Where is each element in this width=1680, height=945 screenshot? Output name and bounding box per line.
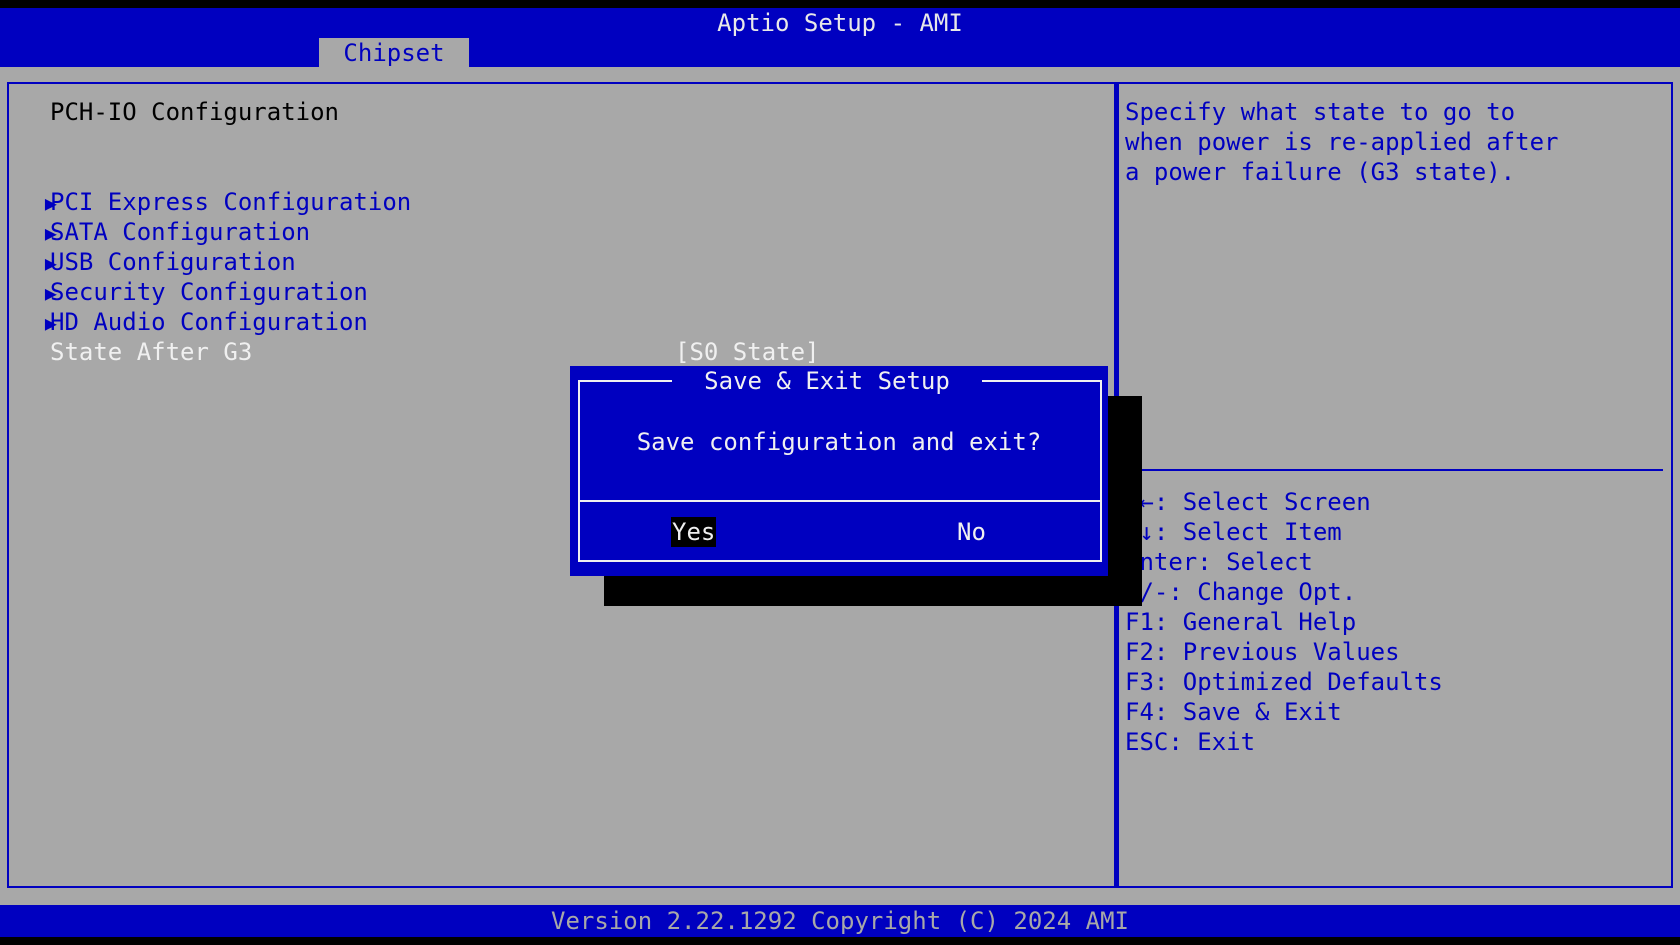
key-hint-select-item: ↑↓: Select Item: [1125, 518, 1342, 546]
no-button[interactable]: No: [957, 517, 986, 547]
submenu-label: SATA Configuration: [50, 218, 311, 246]
key-hint-f4: F4: Save & Exit: [1125, 698, 1342, 726]
submenu-label: PCI Express Configuration: [50, 188, 412, 216]
help-text-line: Specify what state to go to: [1125, 98, 1516, 126]
dialog-separator: [580, 500, 1100, 502]
key-hint-esc: ESC: Exit: [1125, 728, 1256, 756]
submenu-label: HD Audio Configuration: [50, 308, 368, 336]
help-panel: [1116, 82, 1673, 888]
version-text: Version 2.22.1292 Copyright (C) 2024 AMI: [551, 907, 1129, 935]
submenu-label: USB Configuration: [50, 248, 296, 276]
dialog-message: Save configuration and exit?: [636, 428, 1042, 456]
dialog-title: Save & Exit Setup: [672, 366, 982, 396]
key-hint-f2: F2: Previous Values: [1125, 638, 1400, 666]
key-hint-select-screen: →←: Select Screen: [1125, 488, 1371, 516]
key-hint-enter: Enter: Select: [1125, 548, 1313, 576]
app-title: Aptio Setup - AMI: [717, 9, 963, 37]
yes-button[interactable]: Yes: [671, 517, 717, 547]
help-text-line: when power is re-applied after: [1125, 128, 1559, 156]
submenu-hd-audio[interactable]: ▶ HD Audio Configuration: [16, 277, 368, 338]
dialog-frame: [578, 380, 1102, 562]
key-hint-change-opt: +/-: Change Opt.: [1125, 578, 1357, 606]
setting-label-state-after-g3: State After G3: [50, 338, 253, 366]
section-title: PCH-IO Configuration: [50, 98, 339, 126]
setting-value-state-after-g3[interactable]: [S0 State]: [675, 337, 820, 367]
help-divider: [1125, 469, 1663, 471]
key-hint-f1: F1: General Help: [1125, 608, 1357, 636]
submenu-label: Security Configuration: [50, 278, 368, 306]
tab-chipset[interactable]: Chipset: [319, 38, 469, 67]
help-text-line: a power failure (G3 state).: [1125, 158, 1516, 186]
key-hint-f3: F3: Optimized Defaults: [1125, 668, 1443, 696]
